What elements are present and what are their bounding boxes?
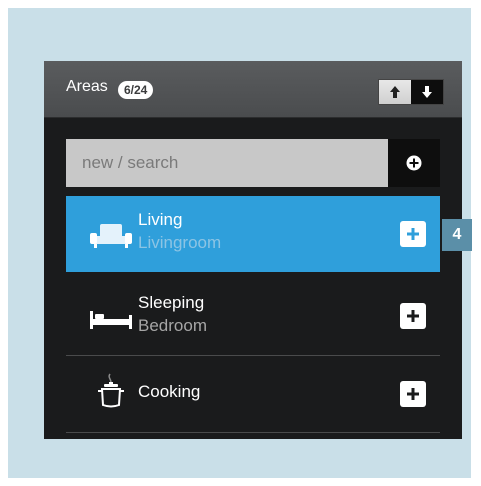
plus-icon — [407, 228, 419, 240]
areas-panel: Areas 6/24 new / search Living Livingroo… — [44, 61, 462, 439]
arrow-down-icon — [422, 86, 432, 98]
item-sublabel: Livingroom — [138, 233, 222, 252]
add-button-cooking[interactable] — [400, 381, 426, 407]
cooking-pot-icon — [98, 373, 124, 408]
count-badge: 6/24 — [118, 81, 154, 99]
item-label: Sleeping — [138, 293, 205, 312]
add-button-sleeping[interactable] — [400, 303, 426, 329]
search-add-button[interactable] — [388, 139, 440, 187]
plus-circle-icon — [406, 155, 422, 171]
list-item-cooking[interactable]: Cooking — [66, 356, 440, 433]
list-item-living[interactable]: Living Livingroom — [66, 196, 440, 272]
callout-number-badge: 4 — [442, 219, 472, 251]
plus-icon — [407, 388, 419, 400]
bed-icon — [90, 311, 132, 329]
item-label: Cooking — [138, 382, 201, 401]
sofa-icon — [90, 224, 132, 248]
sort-down-button[interactable] — [411, 80, 443, 104]
item-label: Living — [138, 210, 183, 229]
search-input[interactable] — [66, 139, 388, 187]
sort-up-button[interactable] — [379, 80, 411, 104]
plus-icon — [407, 310, 419, 322]
add-button-living[interactable] — [400, 221, 426, 247]
sort-controls — [378, 79, 444, 105]
list-item-sleeping[interactable]: Sleeping Bedroom — [66, 279, 440, 356]
panel-title: Areas — [66, 78, 108, 95]
item-sublabel: Bedroom — [138, 316, 207, 335]
arrow-up-icon — [390, 86, 400, 98]
panel-header: Areas 6/24 — [44, 61, 462, 118]
